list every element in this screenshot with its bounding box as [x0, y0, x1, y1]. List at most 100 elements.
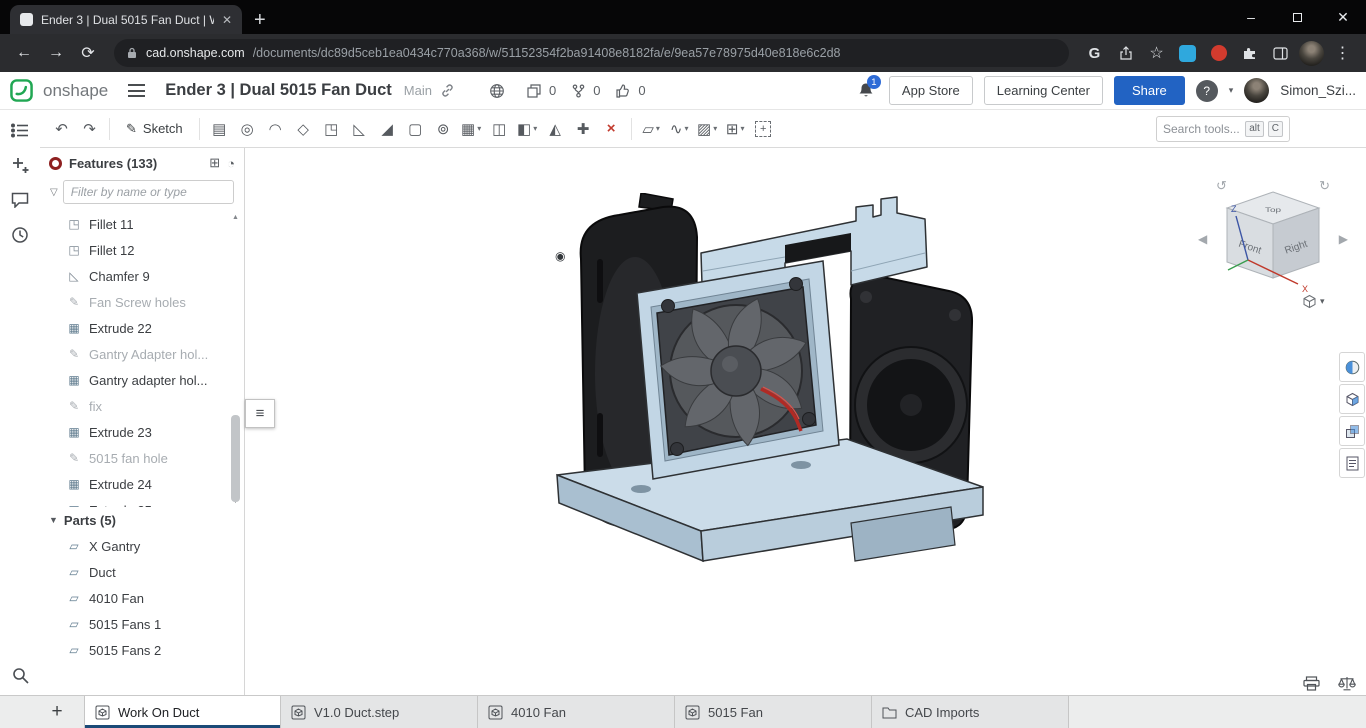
doc-tab-cad-imports[interactable]: CAD Imports [872, 696, 1069, 728]
doc-tab-4010-fan[interactable]: 4010 Fan [478, 696, 675, 728]
help-icon[interactable]: ? [1196, 80, 1218, 102]
feature-row[interactable]: ✎5015 fan hole [40, 445, 244, 471]
redo-icon[interactable]: ↷ [76, 115, 103, 143]
part-row[interactable]: ▱5015 Fans 2 [40, 637, 244, 663]
feature-row[interactable]: ▦Extrude 23 [40, 419, 244, 445]
appearance-panel-icon[interactable] [1339, 352, 1365, 382]
pattern-icon[interactable]: ▦▾ [458, 115, 485, 143]
feature-row[interactable]: ▦Gantry adapter hol... [40, 367, 244, 393]
feature-row[interactable]: ✎Fan Screw holes [40, 289, 244, 315]
share-link-icon[interactable] [440, 83, 455, 98]
app-store-button[interactable]: App Store [889, 76, 973, 105]
bookmark-star-icon[interactable]: ☆ [1143, 43, 1170, 63]
part-row[interactable]: ▱4010 Fan [40, 585, 244, 611]
feature-row[interactable]: ▦Extrude 24 [40, 471, 244, 497]
print-3d-icon[interactable] [1303, 676, 1320, 691]
search-tools-field[interactable]: Search tools... alt C [1156, 116, 1290, 142]
feature-list-scrollbar[interactable]: ▲ ▼ [230, 213, 241, 507]
model-3d[interactable] [551, 193, 988, 605]
tab-close-icon[interactable]: ✕ [222, 13, 232, 27]
view-options-cube-icon[interactable]: ▾ [1302, 294, 1325, 309]
browser-avatar[interactable] [1298, 41, 1325, 66]
sketch-button[interactable]: ✎Sketch [116, 115, 193, 143]
google-icon[interactable]: G [1081, 45, 1108, 62]
share-page-icon[interactable] [1112, 46, 1139, 60]
draft-icon[interactable]: ◢ [374, 115, 401, 143]
fillet-icon[interactable]: ◳ [318, 115, 345, 143]
insert-folder-icon[interactable]: ⊞ [209, 155, 220, 171]
back-button[interactable]: ← [10, 44, 38, 62]
maximize-button[interactable] [1274, 0, 1320, 34]
transform-icon[interactable]: ✚ [570, 115, 597, 143]
curve-icon[interactable]: ∿▾ [666, 115, 693, 143]
browser-menu-icon[interactable]: ⋮ [1329, 43, 1356, 63]
shell-icon[interactable]: ▢ [402, 115, 429, 143]
rollback-end-icon[interactable]: ◔ [227, 156, 235, 171]
surface-icon[interactable]: ▨▾ [694, 115, 721, 143]
minimize-button[interactable]: – [1228, 0, 1274, 34]
loft-icon[interactable]: ◇ [290, 115, 317, 143]
filter-input[interactable] [63, 180, 234, 204]
new-tab-button[interactable]: + [254, 10, 266, 30]
part-row[interactable]: ▱5015 Fans 1 [40, 611, 244, 637]
doc-tab-work-on-duct[interactable]: Work On Duct [84, 696, 281, 728]
feature-list-panel-icon[interactable] [10, 120, 30, 140]
forward-button[interactable]: → [42, 44, 70, 62]
extension-icon-red[interactable] [1205, 45, 1232, 61]
url-bar[interactable]: cad.onshape.com/documents/dc89d5ceb1ea04… [114, 39, 1069, 67]
extrude-icon[interactable]: ▤ [206, 115, 233, 143]
search-viewport-icon[interactable] [10, 665, 30, 685]
forks-icon[interactable] [572, 84, 585, 98]
feature-row[interactable]: ◺Chamfer 9 [40, 263, 244, 289]
feature-row[interactable]: ▦Extrude 22 [40, 315, 244, 341]
copies-icon[interactable] [527, 84, 541, 98]
workspace-name[interactable]: Main [404, 83, 432, 98]
feature-list-flyout-handle[interactable]: ≡ [245, 399, 275, 428]
feature-row[interactable]: ◳Fillet 11 [40, 211, 244, 237]
measure-scale-icon[interactable] [1338, 676, 1356, 691]
mirror-icon[interactable]: ◫ [486, 115, 513, 143]
part-row[interactable]: ▱Duct [40, 559, 244, 585]
refresh-button[interactable]: ⟳ [74, 43, 102, 63]
comments-panel-icon[interactable] [10, 190, 30, 210]
username[interactable]: Simon_Szi... [1280, 83, 1356, 98]
derived-icon[interactable]: ⊞▾ [722, 115, 749, 143]
main-menu-icon[interactable] [128, 84, 145, 97]
viewport[interactable]: ◉ [246, 148, 1366, 695]
side-panel-icon[interactable] [1267, 47, 1294, 60]
close-button[interactable]: ✕ [1320, 0, 1366, 34]
feature-row[interactable]: ✎Gantry Adapter hol... [40, 341, 244, 367]
insert-feature-icon[interactable] [10, 155, 30, 175]
scrollbar-thumb[interactable] [231, 415, 240, 502]
doc-tab-5015-fan[interactable]: 5015 Fan [675, 696, 872, 728]
parts-stack-icon[interactable] [1339, 416, 1365, 446]
chamfer-icon[interactable]: ◺ [346, 115, 373, 143]
learning-center-button[interactable]: Learning Center [984, 76, 1103, 105]
public-globe-icon[interactable] [489, 83, 505, 99]
display-states-icon[interactable] [1339, 384, 1365, 414]
extensions-puzzle-icon[interactable] [1236, 46, 1263, 61]
feature-row[interactable]: ◳Fillet 12 [40, 237, 244, 263]
notifications-bell-icon[interactable]: 1 [858, 82, 874, 99]
plane-icon[interactable]: ▱▾ [638, 115, 665, 143]
mate-connector-icon[interactable]: + [750, 115, 777, 143]
history-panel-icon[interactable] [10, 225, 30, 245]
featurescript-panel-icon[interactable] [1339, 448, 1365, 478]
view-cube[interactable]: ◀ ▶ ↺ ↻ Top Front Right Z X ▾ [1198, 160, 1348, 318]
doc-tab-duct-step[interactable]: V1.0 Duct.step [281, 696, 478, 728]
user-avatar[interactable] [1244, 78, 1269, 103]
browser-tab[interactable]: Ender 3 | Dual 5015 Fan Duct | W ✕ [10, 5, 242, 34]
feature-row[interactable]: ▦Extrude 25 [40, 497, 244, 507]
likes-icon[interactable] [616, 84, 630, 98]
share-button[interactable]: Share [1114, 76, 1185, 105]
feature-row[interactable]: ✎fix [40, 393, 244, 419]
boolean-icon[interactable]: ◧▾ [514, 115, 541, 143]
delete-part-icon[interactable]: × [598, 115, 625, 143]
undo-icon[interactable]: ↶ [48, 115, 75, 143]
extension-icon-blue[interactable] [1174, 45, 1201, 62]
sweep-icon[interactable]: ◠ [262, 115, 289, 143]
split-icon[interactable]: ◭ [542, 115, 569, 143]
parts-section-header[interactable]: ▼ Parts (5) [40, 507, 244, 533]
add-tab-button[interactable]: + [40, 696, 74, 728]
scroll-up-icon[interactable]: ▲ [232, 213, 239, 223]
